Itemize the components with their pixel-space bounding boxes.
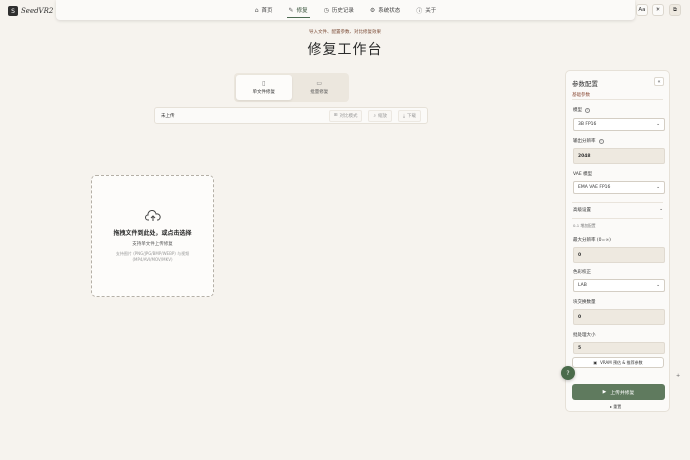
chip-icon: ▣ <box>593 360 598 365</box>
dropzone-subtitle: 支持单文件上传修复 <box>132 242 173 247</box>
info-icon: ⓘ <box>416 7 423 15</box>
panel-toggle-button[interactable]: ⧉ <box>669 4 681 16</box>
reset-icon: ▸ <box>610 404 613 409</box>
nav-item-label: 首页 <box>261 8 273 14</box>
preview-toolbar: 未上传 ⊞ 对比模式 ⌕ 缩放 ⤓ 下载 <box>154 107 428 124</box>
reset-label: 重置 <box>613 404 622 409</box>
play-icon: ▶ <box>602 389 607 395</box>
file-icon: ▯ <box>262 80 266 87</box>
brand[interactable]: S SeedVR2 <box>8 6 53 16</box>
nav-item-repair[interactable]: ✎ 修复 <box>286 0 310 20</box>
nav-item-label: 修复 <box>296 8 308 14</box>
vae-label: VAE 模型 <box>573 172 593 177</box>
info-icon[interactable]: i <box>585 107 590 113</box>
zoom-icon: ⌕ <box>373 113 376 119</box>
color-correction-label: 色彩校正 <box>573 270 591 275</box>
nav-item-label: 系统状态 <box>378 8 401 14</box>
vram-estimate-button[interactable]: ▣ VRAM 预估 & 推荐参数 <box>572 357 664 368</box>
chevron-down-icon: ⌄ <box>659 207 663 212</box>
brand-name: SeedVR2 <box>21 7 54 15</box>
nav-item-about[interactable]: ⓘ 关于 <box>416 0 436 20</box>
font-size-button[interactable]: Aa <box>636 4 648 16</box>
advanced-note: 0-1 增加配置 <box>573 223 596 228</box>
nav-item-home[interactable]: ⌂ 首页 <box>255 0 273 20</box>
nav-item-history[interactable]: ◷ 历史记录 <box>324 0 354 20</box>
clock-icon: ◷ <box>323 6 329 14</box>
section-basic-label: 基础参数 <box>572 93 590 98</box>
mode-single-label: 单文件修复 <box>252 90 276 95</box>
chevron-down-icon: ⌄ <box>656 283 660 288</box>
max-resolution-label: 最大分辨率 (0=∞) <box>573 238 611 243</box>
nav-item-status[interactable]: ⚙ 系统状态 <box>370 0 400 20</box>
output-resolution-label-text: 输出分辨率 <box>573 139 596 144</box>
cloud-upload-icon <box>144 210 161 221</box>
upload-status: 未上传 <box>161 113 175 119</box>
brand-logo: S <box>8 6 18 16</box>
vae-value: EMA VAE FP16 <box>578 185 611 190</box>
page-title: 修复工作台 <box>307 42 383 58</box>
model-label-text: 模型 <box>573 108 582 113</box>
advanced-label: 高级设置 <box>573 208 591 213</box>
advanced-settings-toggle[interactable]: 高级设置 ⌄ <box>573 207 663 213</box>
help-fab-button[interactable]: ? <box>561 366 575 380</box>
download-label: 下载 <box>407 113 416 119</box>
home-icon: ⌂ <box>254 6 259 14</box>
chevron-down-icon: ⌄ <box>656 122 660 127</box>
panel-title: 参数配置 <box>572 80 598 88</box>
wand-icon: ✎ <box>288 6 294 14</box>
block-swap-input[interactable]: 0 <box>573 309 665 325</box>
zoom-label: 缩放 <box>378 113 387 119</box>
mode-batch-label: 批量修复 <box>310 90 329 95</box>
zoom-button[interactable]: ⌕ 缩放 <box>368 109 392 122</box>
upload-and-repair-button[interactable]: ▶ 上传并修复 <box>572 384 665 400</box>
batch-size-label: 批处理大小 <box>573 333 596 338</box>
folder-icon: ▭ <box>316 80 323 87</box>
mode-batch-button[interactable]: ▭ 批量修复 <box>292 75 348 100</box>
nav-item-label: 历史记录 <box>331 8 354 14</box>
compare-icon: ⊞ <box>333 113 338 118</box>
vae-select[interactable]: EMA VAE FP16 ⌄ <box>573 181 665 194</box>
upload-dropzone[interactable]: 拖拽文件到此处，或点击选择 支持单文件上传修复 支持图片 (PNG/JPG/BM… <box>91 175 214 297</box>
vram-label: VRAM 预估 & 推荐参数 <box>600 359 643 365</box>
model-value: 3B FP16 <box>578 122 597 127</box>
reset-button[interactable]: ▸ 重置 <box>610 404 621 410</box>
model-label: 模型 i <box>573 107 590 113</box>
color-correction-select[interactable]: LAB ⌄ <box>573 279 665 292</box>
info-icon[interactable]: i <box>598 138 604 144</box>
model-select[interactable]: 3B FP16 ⌄ <box>573 118 665 131</box>
compare-mode-button[interactable]: ⊞ 对比模式 <box>328 109 363 122</box>
download-button[interactable]: ⤓ 下载 <box>398 109 421 122</box>
output-resolution-input[interactable]: 2048 <box>573 148 665 164</box>
nav-item-label: 关于 <box>425 8 437 14</box>
parameter-panel: 参数配置 « 基础参数 模型 i 3B FP16 ⌄ 输出分辨率 i 2048 … <box>565 70 670 412</box>
help-icon: ? <box>566 369 570 377</box>
compare-label: 对比模式 <box>339 113 358 119</box>
dropzone-hint: 支持图片 (PNG/JPG/BMP/WEBP) 与视频 (MP4/AVI/MOV… <box>115 251 190 262</box>
batch-size-input[interactable]: 5 <box>573 342 665 354</box>
dropzone-title: 拖拽文件到此处，或点击选择 <box>113 230 192 237</box>
run-label: 上传并修复 <box>610 390 635 396</box>
page-subtitle: 导入文件、配置参数、对比修复效果 <box>309 30 381 35</box>
block-swap-label: 块交换数量 <box>573 300 596 305</box>
download-icon: ⤓ <box>403 113 405 119</box>
theme-toggle-button[interactable]: ☀ <box>652 4 664 16</box>
plus-icon[interactable]: + <box>676 373 680 379</box>
mode-single-button[interactable]: ▯ 单文件修复 <box>236 75 292 100</box>
chevron-down-icon: ⌄ <box>656 185 660 190</box>
max-resolution-input[interactable]: 0 <box>573 247 665 263</box>
color-correction-value: LAB <box>578 283 587 288</box>
divider <box>572 202 663 203</box>
section-divider <box>572 99 663 100</box>
mode-switch: ▯ 单文件修复 ▭ 批量修复 <box>234 73 349 102</box>
divider <box>572 218 663 219</box>
top-nav: ⌂ 首页 ✎ 修复 ◷ 历史记录 ⚙ 系统状态 ⓘ 关于 <box>56 0 635 20</box>
collapse-panel-button[interactable]: « <box>654 77 664 86</box>
gear-icon: ⚙ <box>369 6 376 14</box>
output-resolution-label: 输出分辨率 i <box>573 138 604 144</box>
